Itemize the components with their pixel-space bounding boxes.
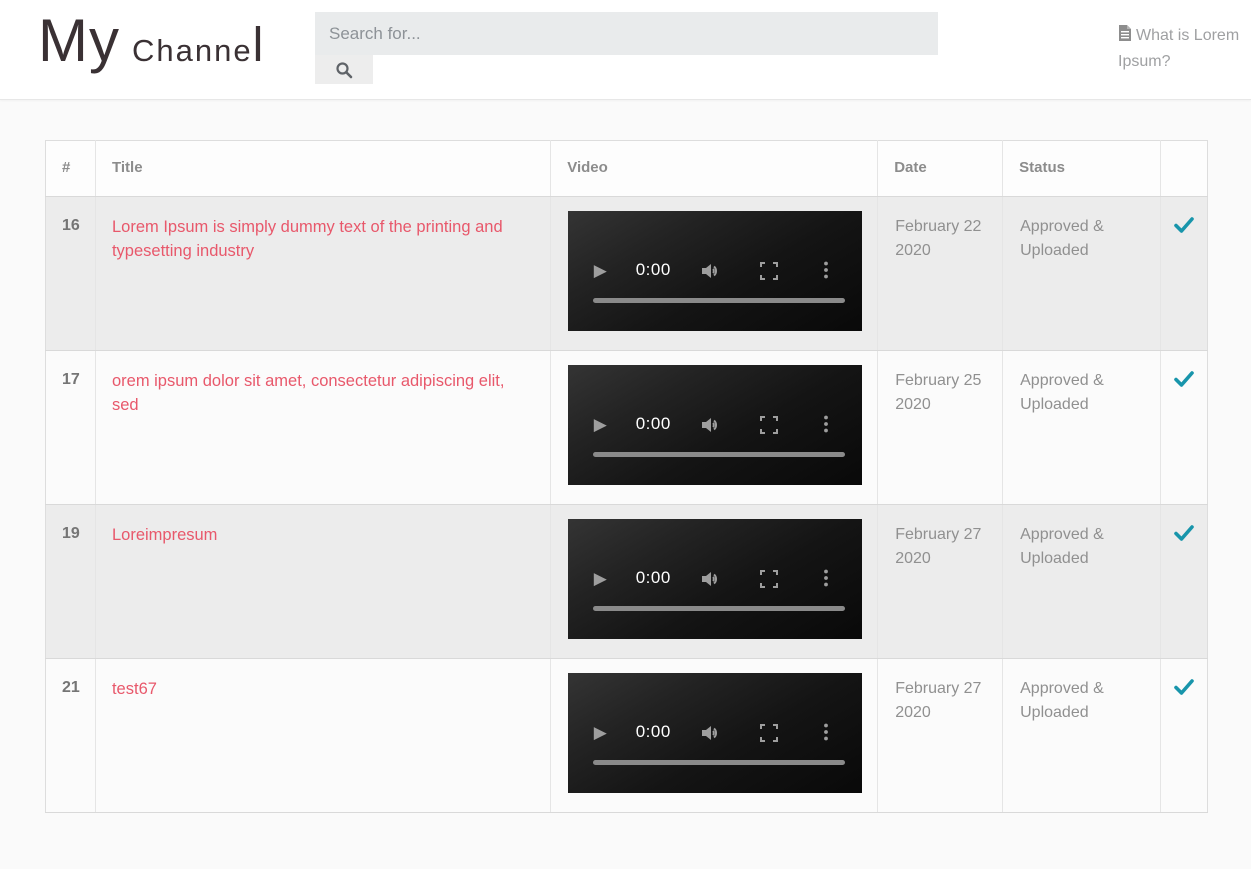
volume-icon[interactable] <box>700 723 722 748</box>
date-cell: February 27 2020 <box>877 658 1004 813</box>
table-row: 16 Lorem Ipsum is simply dummy text of t… <box>45 196 1208 351</box>
logo-text-channel-tail: l <box>252 19 264 72</box>
approved-cell <box>1160 504 1208 659</box>
col-header-status: Status <box>1002 140 1161 197</box>
play-icon[interactable]: ▶ <box>588 721 612 745</box>
video-progress-bar[interactable] <box>593 760 846 765</box>
status-cell: Approved & Uploaded <box>1002 350 1161 505</box>
videos-table: # Title Video Date Status 16 Lorem Ipsum… <box>45 140 1208 813</box>
table-row: 17 orem ipsum dolor sit amet, consectetu… <box>45 350 1208 505</box>
logo-text-channel: Channe <box>131 33 253 68</box>
approved-check-icon <box>1173 523 1195 548</box>
what-is-lorem-ipsum-link[interactable]: What is Lorem Ipsum? <box>1118 24 1244 74</box>
row-number: 19 <box>45 504 96 659</box>
search-icon <box>335 61 353 82</box>
col-header-actions <box>1160 140 1208 197</box>
video-progress-bar[interactable] <box>593 298 846 303</box>
videos-table-container: # Title Video Date Status 16 Lorem Ipsum… <box>45 140 1208 813</box>
document-icon <box>1118 25 1132 50</box>
col-header-video: Video <box>550 140 879 197</box>
video-table-body: 16 Lorem Ipsum is simply dummy text of t… <box>45 196 1208 813</box>
video-player[interactable]: ▶ 0:00 <box>568 365 863 485</box>
fullscreen-icon[interactable] <box>760 262 779 285</box>
table-row: 21 test67 ▶ 0:00 February 27 2020 Approv… <box>45 658 1208 813</box>
video-cell: ▶ 0:00 <box>550 196 879 351</box>
status-cell: Approved & Uploaded <box>1002 504 1161 659</box>
video-time: 0:00 <box>635 260 671 279</box>
col-header-date: Date <box>877 140 1004 197</box>
video-cell: ▶ 0:00 <box>550 658 879 813</box>
video-time: 0:00 <box>635 568 671 587</box>
approved-cell <box>1160 658 1208 813</box>
row-number: 21 <box>45 658 96 813</box>
col-header-title: Title <box>95 140 552 197</box>
status-cell: Approved & Uploaded <box>1002 196 1161 351</box>
approved-check-icon <box>1173 215 1195 240</box>
fullscreen-icon[interactable] <box>760 416 779 439</box>
fullscreen-icon[interactable] <box>760 570 779 593</box>
volume-icon[interactable] <box>700 261 722 286</box>
approved-check-icon <box>1173 369 1195 394</box>
table-header-row: # Title Video Date Status <box>45 140 1208 197</box>
date-cell: February 22 2020 <box>877 196 1004 351</box>
top-navbar: My Channe l What is Lorem Ipsum? <box>0 0 1251 100</box>
search-input[interactable] <box>315 12 938 55</box>
site-logo[interactable]: My Channe l <box>38 6 263 75</box>
video-player[interactable]: ▶ 0:00 <box>568 211 863 331</box>
date-cell: February 27 2020 <box>877 504 1004 659</box>
video-player[interactable]: ▶ 0:00 <box>568 673 863 793</box>
row-number: 17 <box>45 350 96 505</box>
table-row: 19 Loreimpresum ▶ 0:00 February 27 2020 … <box>45 504 1208 659</box>
overflow-menu-icon[interactable] <box>823 261 829 284</box>
approved-cell <box>1160 196 1208 351</box>
logo-text-my: My <box>38 7 120 74</box>
approved-check-icon <box>1173 677 1195 702</box>
video-player[interactable]: ▶ 0:00 <box>568 519 863 639</box>
date-cell: February 25 2020 <box>877 350 1004 505</box>
play-icon[interactable]: ▶ <box>588 567 612 591</box>
row-number: 16 <box>45 196 96 351</box>
play-icon[interactable]: ▶ <box>588 413 612 437</box>
help-link-label: What is Lorem Ipsum? <box>1118 27 1240 70</box>
video-cell: ▶ 0:00 <box>550 350 879 505</box>
volume-icon[interactable] <box>700 569 722 594</box>
video-cell: ▶ 0:00 <box>550 504 879 659</box>
col-header-number: # <box>45 140 96 197</box>
approved-cell <box>1160 350 1208 505</box>
video-title-link[interactable]: Lorem Ipsum is simply dummy text of the … <box>112 218 503 260</box>
fullscreen-icon[interactable] <box>760 724 779 747</box>
title-cell: orem ipsum dolor sit amet, consectetur a… <box>95 350 552 505</box>
title-cell: test67 <box>95 658 552 813</box>
title-cell: Lorem Ipsum is simply dummy text of the … <box>95 196 552 351</box>
video-time: 0:00 <box>635 414 671 433</box>
video-progress-bar[interactable] <box>593 452 846 457</box>
video-title-link[interactable]: Loreimpresum <box>112 526 217 544</box>
title-cell: Loreimpresum <box>95 504 552 659</box>
volume-icon[interactable] <box>700 415 722 440</box>
video-progress-bar[interactable] <box>593 606 846 611</box>
video-title-link[interactable]: test67 <box>112 680 157 698</box>
status-cell: Approved & Uploaded <box>1002 658 1161 813</box>
video-title-link[interactable]: orem ipsum dolor sit amet, consectetur a… <box>112 372 505 414</box>
search-form <box>315 12 938 84</box>
search-button[interactable] <box>315 55 373 84</box>
overflow-menu-icon[interactable] <box>823 723 829 746</box>
play-icon[interactable]: ▶ <box>588 259 612 283</box>
video-time: 0:00 <box>635 722 671 741</box>
overflow-menu-icon[interactable] <box>823 569 829 592</box>
overflow-menu-icon[interactable] <box>823 415 829 438</box>
